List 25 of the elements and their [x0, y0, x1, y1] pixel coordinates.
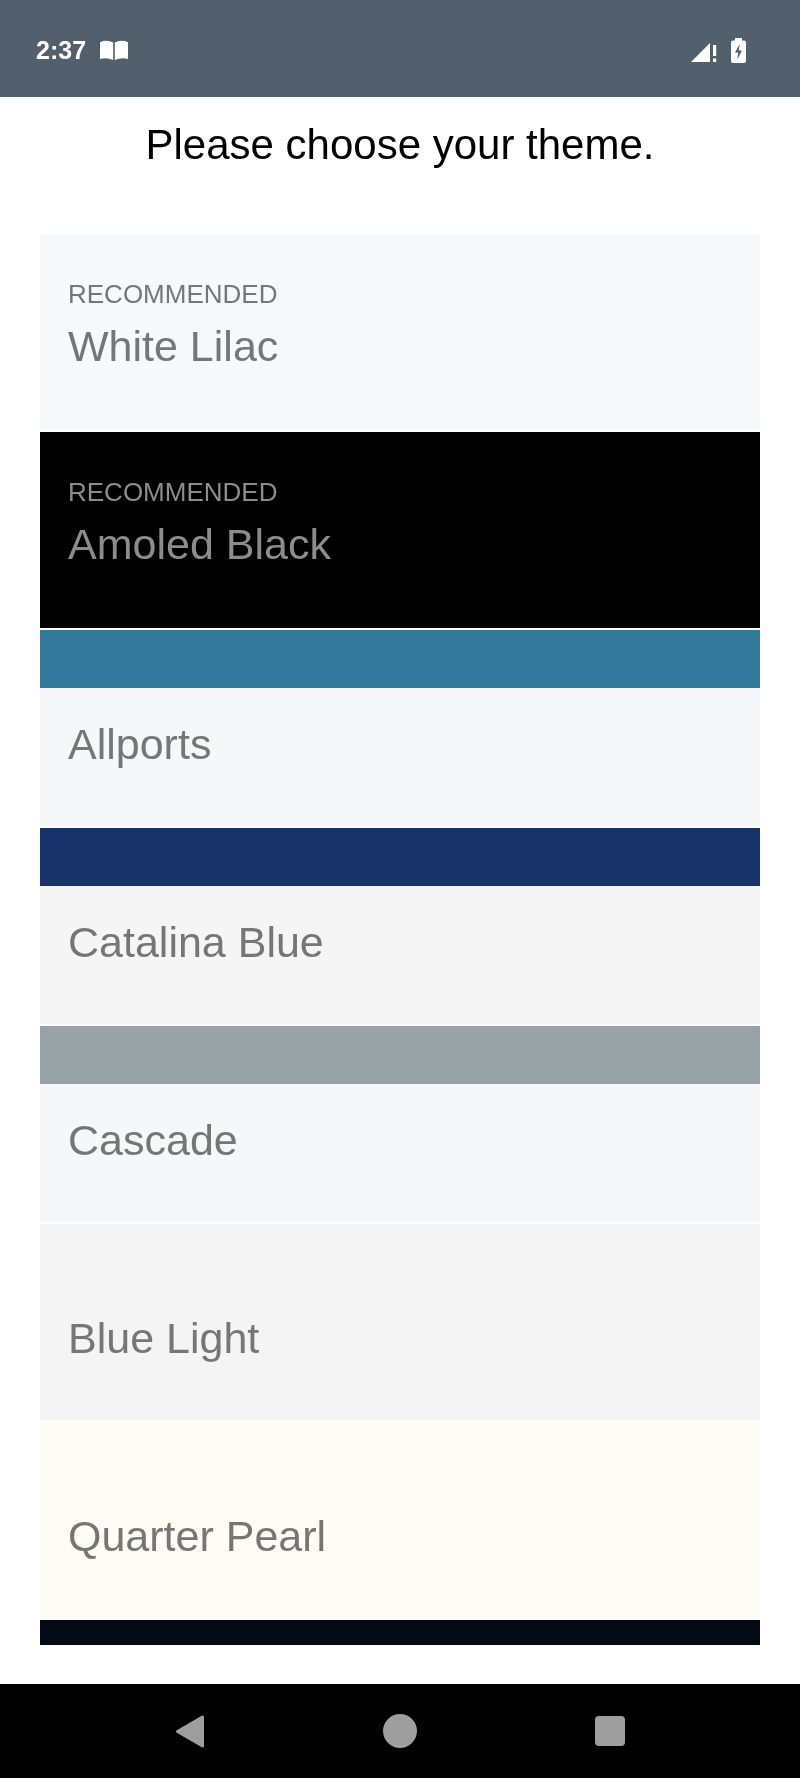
- theme-option[interactable]: Cascade: [40, 1026, 760, 1222]
- home-icon: [383, 1714, 417, 1748]
- back-icon: [175, 1714, 205, 1748]
- theme-option[interactable]: Quarter Pearl: [40, 1422, 760, 1618]
- theme-name: Cascade: [68, 1115, 238, 1165]
- status-time: 2:37: [36, 35, 87, 65]
- recommended-label: RECOMMENDED: [68, 477, 278, 507]
- recommended-label: RECOMMENDED: [68, 279, 278, 309]
- recent-apps-icon: [595, 1716, 625, 1746]
- battery-charging-icon: [731, 37, 746, 63]
- theme-name: Quarter Pearl: [68, 1511, 327, 1561]
- theme-option[interactable]: RECOMMENDED White Lilac: [40, 234, 760, 430]
- theme-name: Catalina Blue: [68, 917, 324, 967]
- theme-name: Amoled Black: [68, 519, 331, 569]
- theme-name: Blue Light: [68, 1313, 260, 1363]
- theme-option[interactable]: Blue Light: [40, 1224, 760, 1420]
- theme-name: Allports: [68, 719, 212, 769]
- theme-option[interactable]: Catalina Blue: [40, 828, 760, 1024]
- theme-option[interactable]: RECOMMENDED Amoled Black: [40, 432, 760, 628]
- back-button[interactable]: [175, 1714, 205, 1748]
- page-title: Please choose your theme.: [145, 120, 655, 170]
- book-icon: [100, 40, 129, 60]
- theme-option[interactable]: Allports: [40, 630, 760, 826]
- home-button[interactable]: [383, 1714, 417, 1748]
- theme-name: White Lilac: [68, 321, 279, 371]
